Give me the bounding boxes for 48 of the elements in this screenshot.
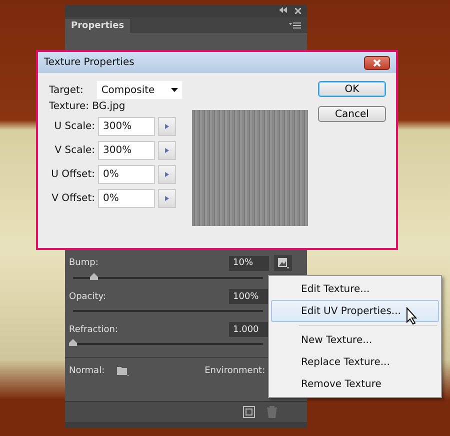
- cancel-button[interactable]: Cancel: [318, 106, 386, 122]
- new-icon[interactable]: [243, 406, 255, 418]
- field-label: U Offset:: [50, 169, 95, 180]
- slider-label: Refraction:: [69, 324, 118, 334]
- triangle-icon: [165, 148, 169, 153]
- field-label: U Scale:: [53, 121, 95, 132]
- slider-label: Bump:: [69, 258, 98, 268]
- target-dropdown[interactable]: Composite: [97, 81, 182, 99]
- slider-label: Opacity:: [69, 292, 106, 302]
- input-field[interactable]: 300%: [98, 117, 155, 136]
- stepper-button[interactable]: [158, 141, 176, 160]
- close-icon[interactable]: [295, 8, 301, 14]
- texture-button[interactable]: [274, 255, 292, 271]
- panel-tab[interactable]: Properties: [65, 19, 130, 33]
- input-field[interactable]: 0%: [98, 165, 155, 184]
- menu-item[interactable]: Edit UV Properties...: [271, 300, 439, 322]
- target-label: Target:: [49, 84, 84, 96]
- close-button[interactable]: [364, 56, 390, 70]
- value-field[interactable]: 1.000: [229, 322, 269, 337]
- folder-icon[interactable]: [116, 366, 129, 376]
- collapse-icon[interactable]: [279, 7, 287, 15]
- stepper-button[interactable]: [158, 117, 176, 136]
- triangle-icon: [165, 124, 169, 129]
- value-field[interactable]: 100%: [229, 289, 269, 304]
- input-field[interactable]: 0%: [98, 189, 155, 208]
- close-icon: [373, 58, 381, 66]
- field-label: V Offset:: [50, 193, 95, 204]
- value-field[interactable]: 10%: [229, 256, 269, 270]
- menu-item[interactable]: New Texture...: [271, 329, 439, 351]
- ok-button[interactable]: OK: [318, 81, 386, 97]
- stepper-button[interactable]: [158, 165, 176, 184]
- slider-thumb[interactable]: [69, 339, 77, 346]
- texture-name: Texture: BG.jpg: [49, 101, 126, 112]
- dialog-title: Texture Properties: [44, 57, 134, 68]
- stepper-button[interactable]: [158, 189, 176, 208]
- panel-menu-icon[interactable]: [289, 22, 301, 29]
- input-field[interactable]: 300%: [98, 141, 155, 160]
- normal-label: Normal:: [69, 366, 105, 376]
- triangle-icon: [165, 172, 169, 177]
- menu-item[interactable]: Remove Texture: [271, 373, 439, 395]
- slider-thumb[interactable]: [90, 273, 98, 280]
- menu-item[interactable]: Edit Texture...: [271, 278, 439, 300]
- field-label: V Scale:: [54, 145, 95, 156]
- environment-label: Environment:: [204, 366, 266, 376]
- menu-item[interactable]: Replace Texture...: [271, 351, 439, 373]
- triangle-icon: [165, 196, 169, 201]
- mouse-cursor-icon: [406, 307, 418, 325]
- caret-icon: [171, 88, 178, 92]
